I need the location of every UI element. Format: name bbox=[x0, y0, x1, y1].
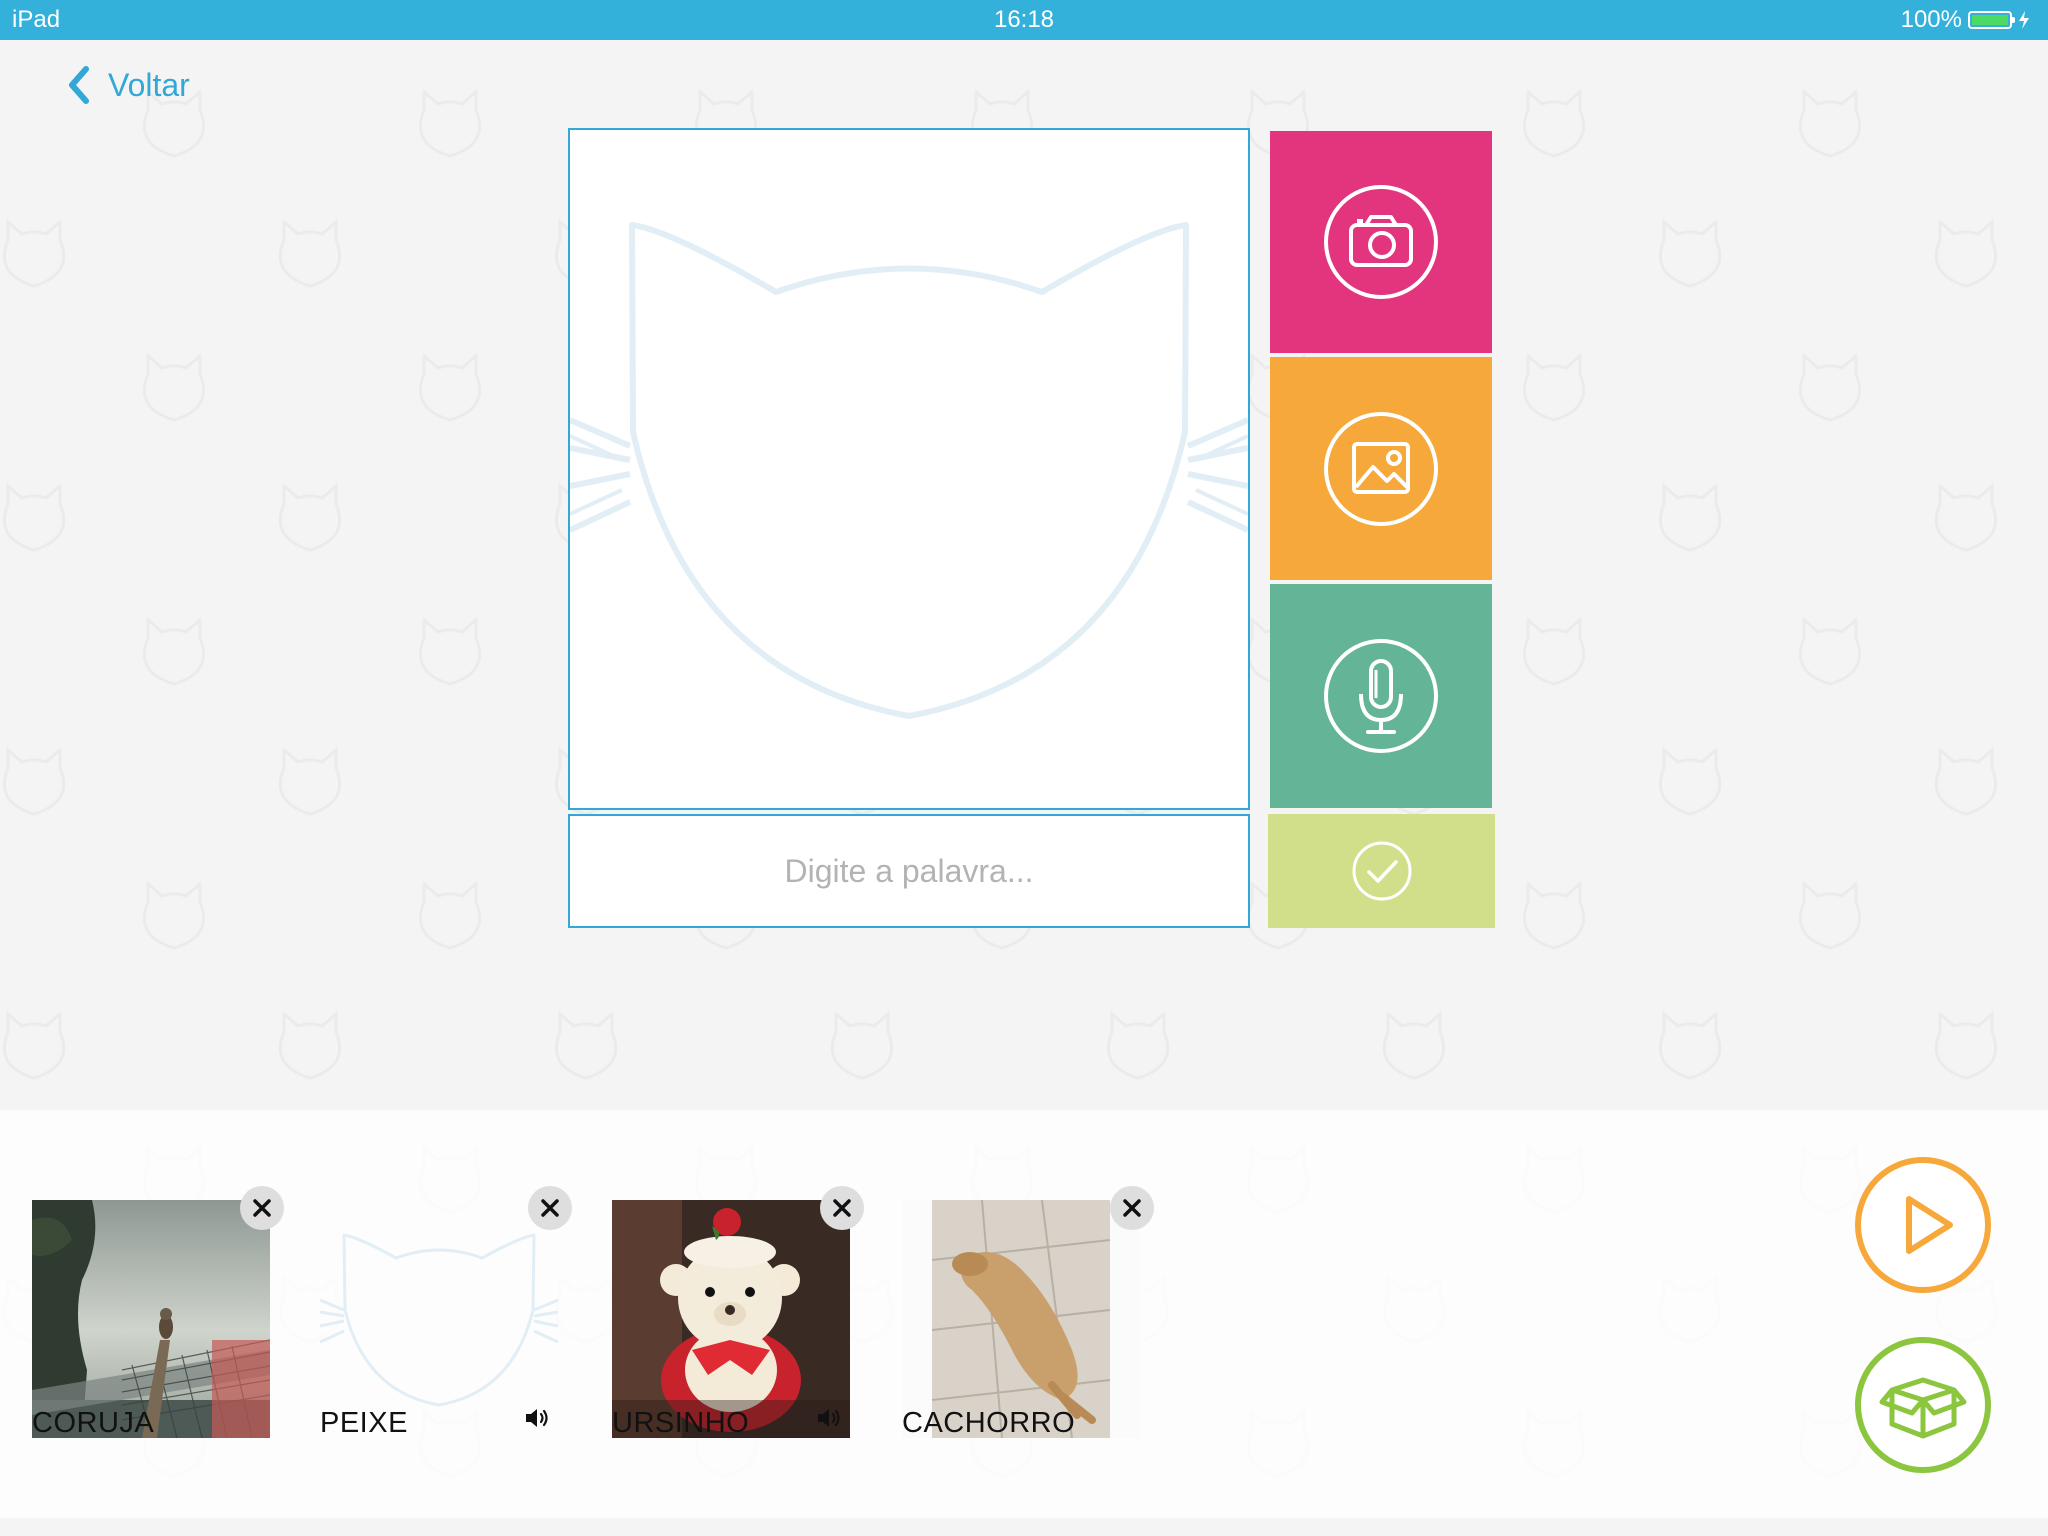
box-icon bbox=[1855, 1337, 1991, 1473]
save-box-button[interactable] bbox=[1854, 1336, 1992, 1479]
card-ursinho[interactable]: URSINHO bbox=[612, 1200, 850, 1438]
card-label: PEIXE bbox=[320, 1407, 408, 1438]
charging-bolt-icon bbox=[2019, 11, 2029, 29]
confirm-button[interactable] bbox=[1268, 814, 1495, 928]
picture-card[interactable] bbox=[568, 128, 1250, 810]
teddy-bear-photo bbox=[612, 1200, 850, 1438]
back-label: Voltar bbox=[108, 66, 190, 103]
remove-card-ursinho-button[interactable] bbox=[820, 1186, 864, 1230]
speaker-icon[interactable] bbox=[524, 1406, 552, 1430]
camera-icon bbox=[1324, 185, 1438, 299]
card-label: CACHORRO bbox=[902, 1407, 1076, 1438]
cat-placeholder-icon bbox=[568, 222, 1250, 719]
card-peixe[interactable]: PEIXE bbox=[320, 1200, 558, 1438]
back-chevron-icon bbox=[69, 66, 89, 104]
card-label: URSINHO bbox=[612, 1407, 750, 1438]
remove-card-coruja-button[interactable] bbox=[240, 1186, 284, 1230]
card-label: CORUJA bbox=[32, 1407, 155, 1438]
record-audio-button[interactable] bbox=[1270, 584, 1492, 808]
card-coruja[interactable]: CORUJA bbox=[32, 1200, 270, 1438]
close-icon bbox=[833, 1199, 851, 1217]
cat-placeholder-icon bbox=[320, 1233, 558, 1407]
battery-percent: 100% bbox=[1900, 6, 1962, 33]
battery-status: 100% bbox=[1901, 6, 2030, 34]
close-icon bbox=[541, 1199, 559, 1217]
close-icon bbox=[1123, 1199, 1141, 1217]
speaker-icon[interactable] bbox=[816, 1406, 844, 1430]
microphone-icon bbox=[1324, 639, 1438, 753]
play-icon bbox=[1855, 1157, 1991, 1293]
word-input[interactable] bbox=[568, 814, 1250, 928]
owl-photo bbox=[32, 1200, 270, 1438]
clock: 16:18 bbox=[993, 6, 1055, 33]
remove-card-cachorro-button[interactable] bbox=[1110, 1186, 1154, 1230]
check-icon bbox=[1352, 841, 1411, 901]
dog-photo bbox=[902, 1200, 1140, 1438]
battery-icon bbox=[1968, 11, 2015, 29]
card-cachorro[interactable]: CACHORRO bbox=[902, 1200, 1140, 1438]
back-button[interactable]: Voltar bbox=[62, 62, 190, 108]
play-button[interactable] bbox=[1854, 1156, 1992, 1299]
camera-button[interactable] bbox=[1270, 131, 1492, 353]
remove-card-peixe-button[interactable] bbox=[528, 1186, 572, 1230]
gallery-button[interactable] bbox=[1270, 357, 1492, 580]
close-icon bbox=[253, 1199, 271, 1217]
status-bar: iPad 16:18 100% bbox=[0, 0, 2048, 40]
image-icon bbox=[1324, 411, 1438, 526]
